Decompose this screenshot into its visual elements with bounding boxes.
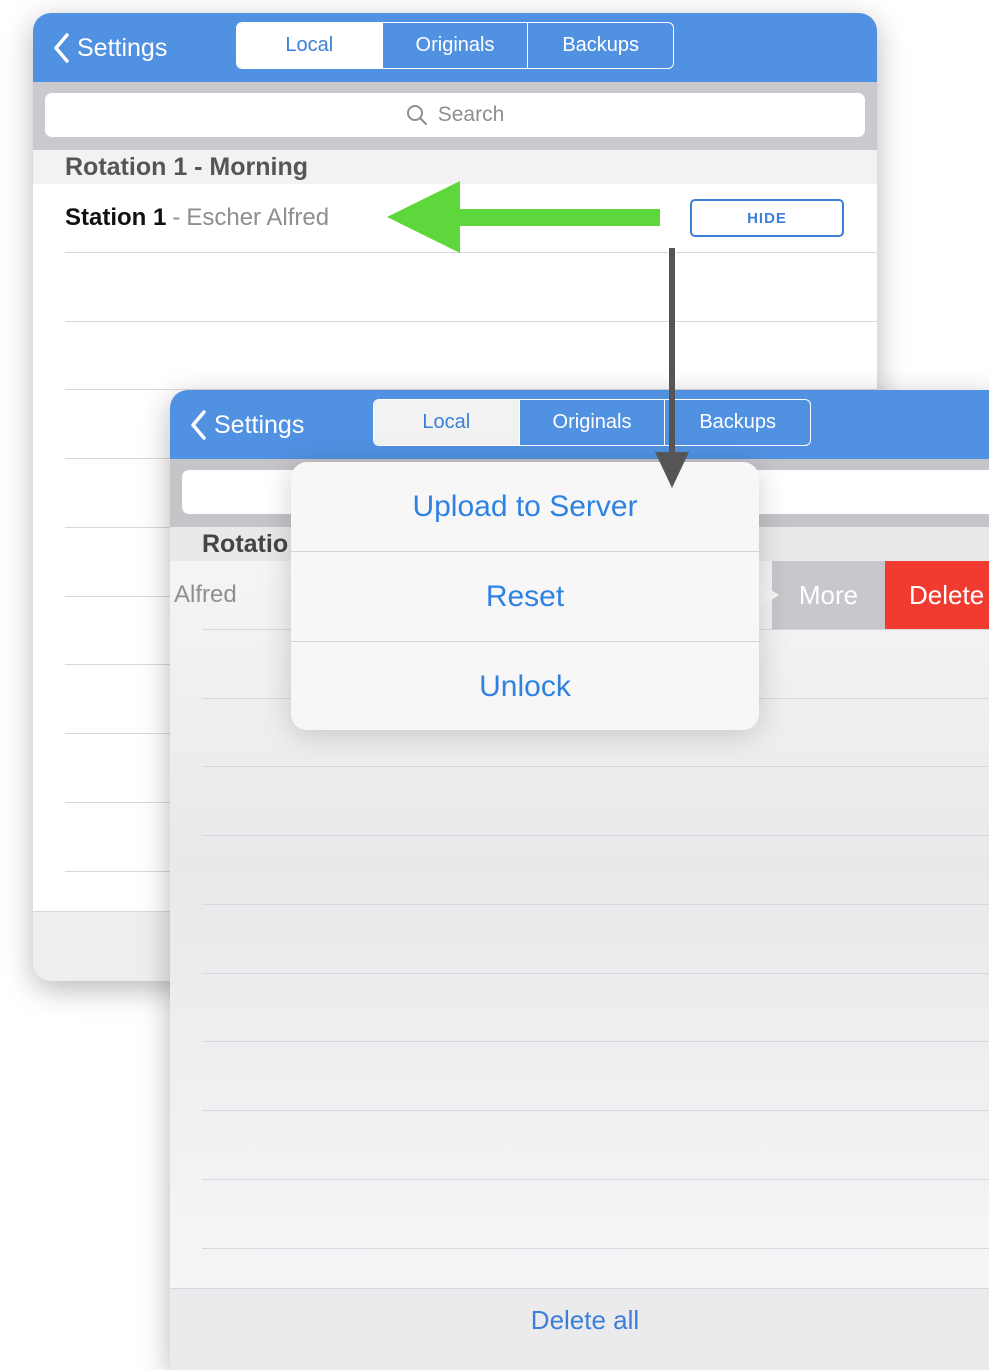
row-divider [202, 1110, 989, 1111]
tab-backups[interactable]: Backups [527, 23, 673, 68]
row-divider [202, 835, 989, 836]
search-input[interactable]: Search [45, 93, 865, 137]
row-divider [202, 766, 989, 767]
reset-button[interactable]: Reset [291, 551, 759, 641]
segmented-control: Local Originals Backups [373, 399, 811, 446]
row-subtitle: Alfred [174, 581, 237, 608]
row-divider [65, 252, 877, 253]
navigation-bar: Settings Local Originals Backups [170, 390, 989, 459]
hide-button[interactable]: HIDE [690, 199, 844, 237]
tab-local[interactable]: Local [374, 400, 519, 445]
chevron-left-icon [191, 410, 206, 440]
section-header: Rotation 1 - Morning [33, 150, 877, 184]
row-title: Station 1 [65, 204, 167, 231]
row-divider [202, 1248, 989, 1249]
popover-arrow [757, 581, 779, 609]
unlock-button[interactable]: Unlock [291, 641, 759, 731]
upload-to-server-button[interactable]: Upload to Server [291, 462, 759, 551]
row-subtitle: Escher Alfred [186, 204, 330, 231]
row-divider [202, 904, 989, 905]
chevron-left-icon [54, 33, 69, 63]
delete-all-button[interactable]: Delete all [170, 1305, 989, 1336]
tab-backups[interactable]: Backups [664, 400, 810, 445]
row-divider [65, 321, 877, 322]
back-button-label: Settings [77, 33, 168, 62]
delete-button[interactable]: Delete [885, 561, 989, 629]
tab-originals[interactable]: Originals [518, 400, 665, 445]
back-button[interactable]: Settings [190, 403, 304, 447]
search-bar: Search [33, 82, 877, 150]
search-icon [406, 105, 427, 125]
row-divider [202, 1041, 989, 1042]
row-separator: - [172, 204, 181, 231]
row-divider [202, 1179, 989, 1180]
tab-local[interactable]: Local [237, 23, 382, 68]
row-divider [202, 973, 989, 974]
action-popover: Upload to Server Reset Unlock [291, 462, 759, 730]
navigation-bar: Settings Local Originals Backups [33, 13, 877, 82]
tab-originals[interactable]: Originals [381, 23, 528, 68]
search-placeholder: Search [437, 103, 505, 126]
back-button[interactable]: Settings [53, 26, 167, 70]
back-button-label: Settings [214, 410, 305, 439]
segmented-control: Local Originals Backups [236, 22, 674, 69]
more-button[interactable]: More [772, 561, 885, 629]
